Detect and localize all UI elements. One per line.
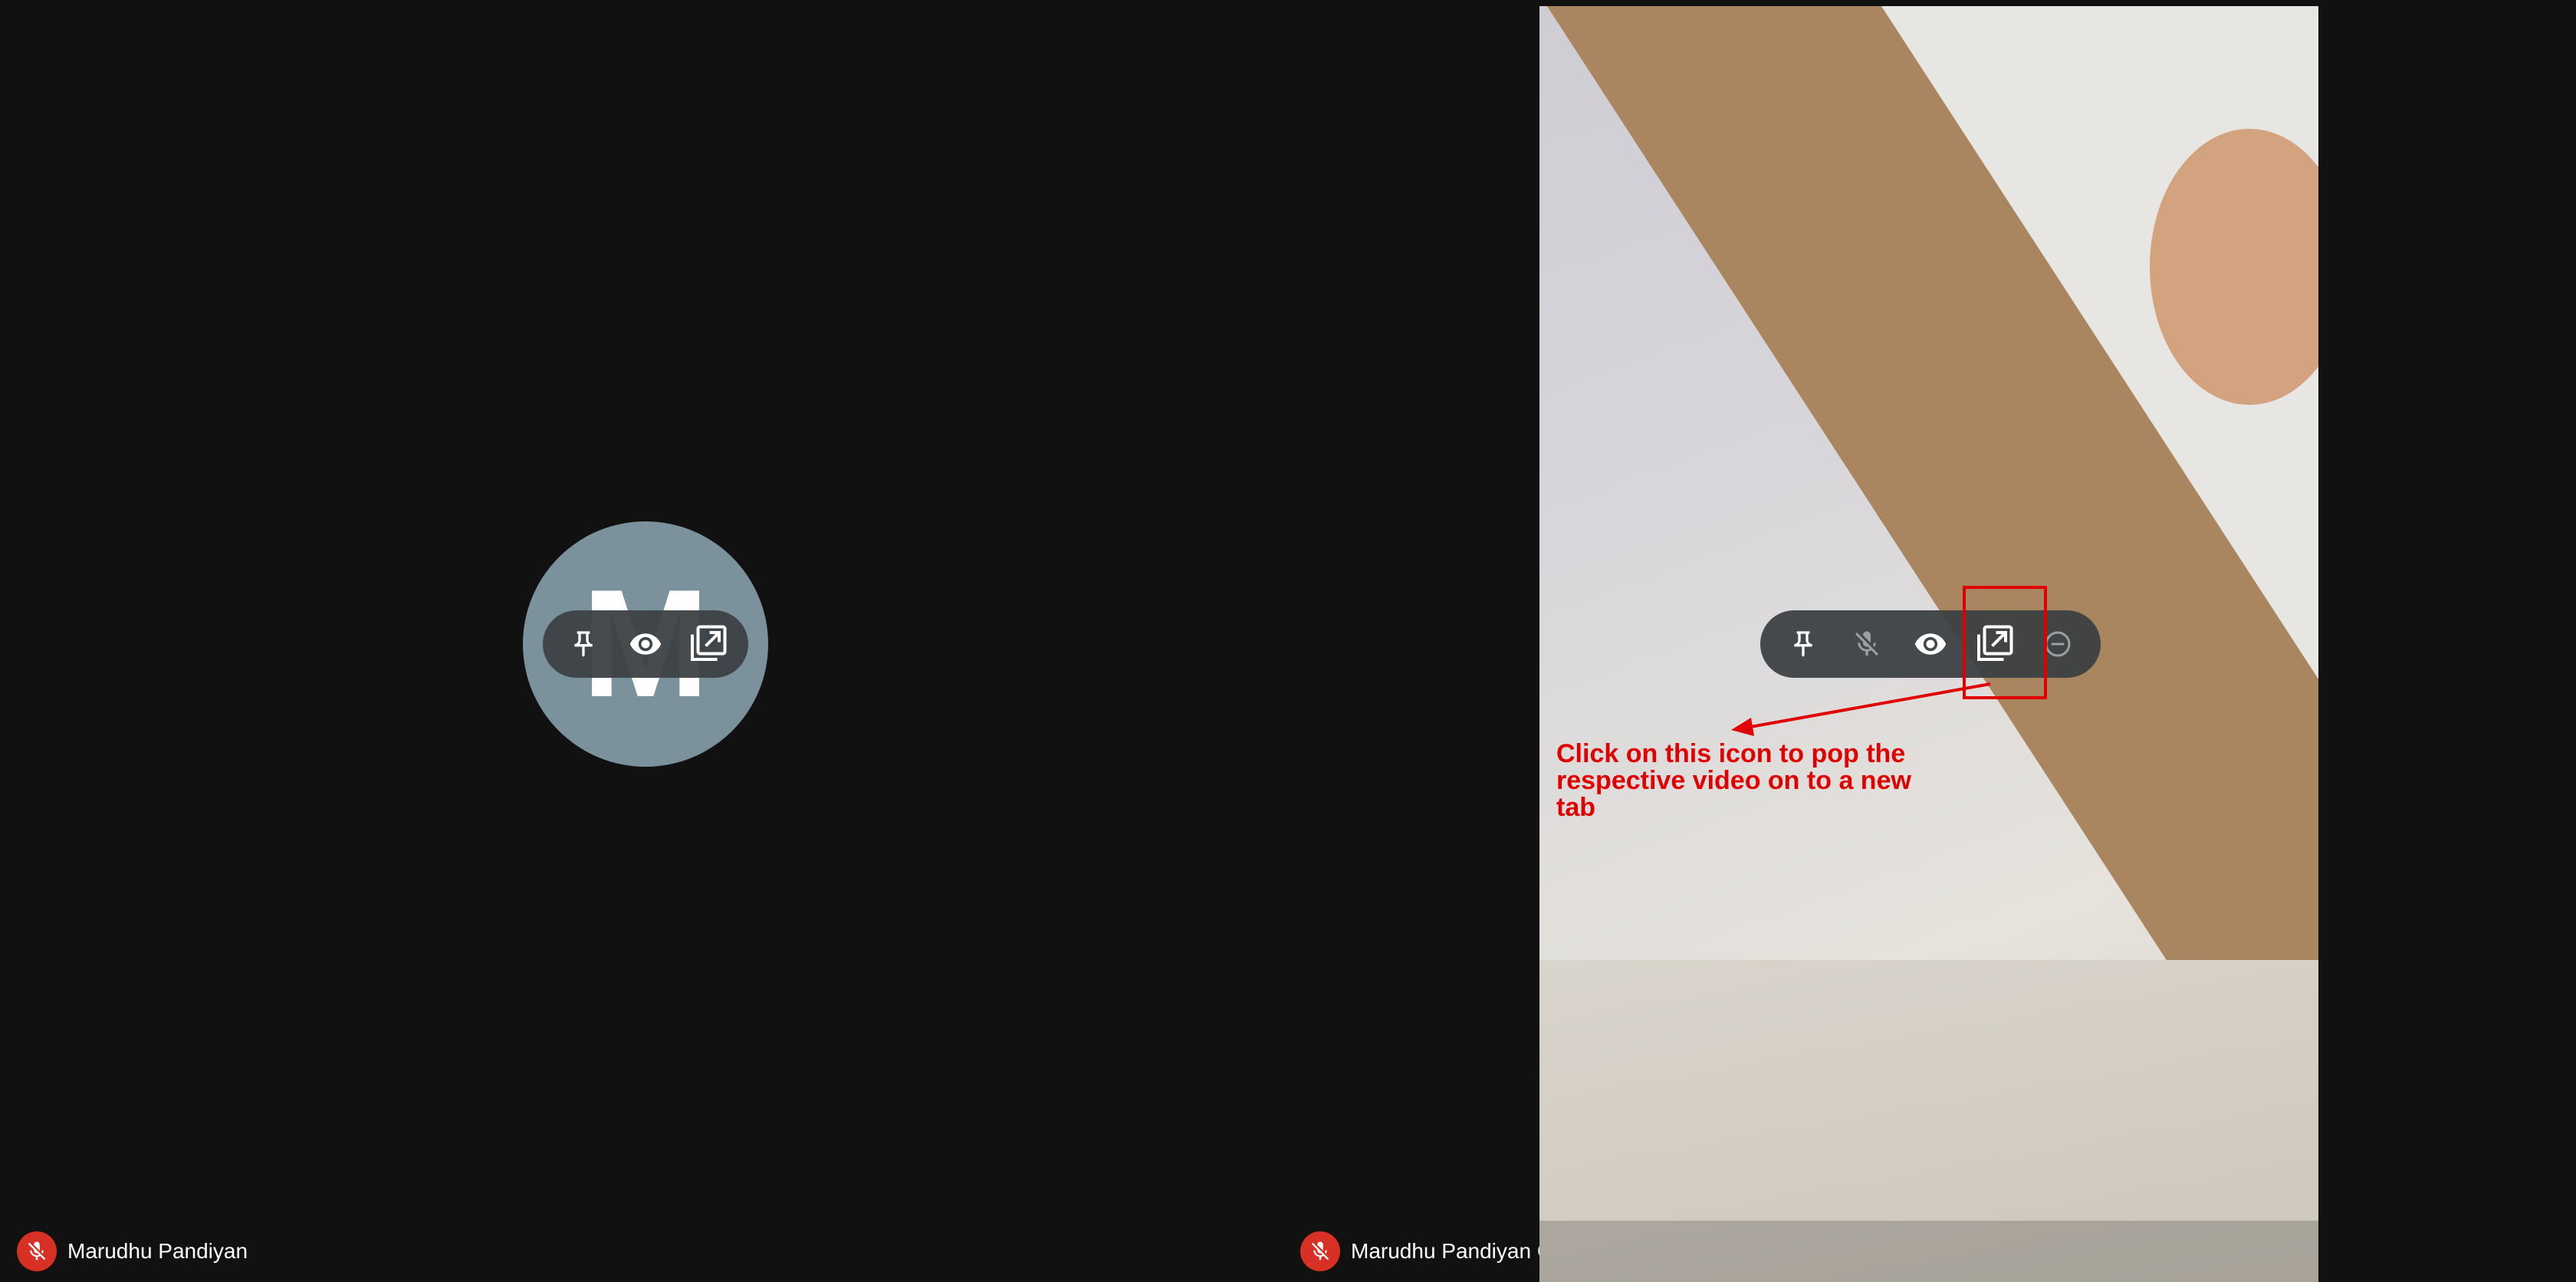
annotation-arrow xyxy=(1731,682,1991,736)
annotation-text: Click on this icon to pop the respective… xyxy=(1556,739,1911,822)
